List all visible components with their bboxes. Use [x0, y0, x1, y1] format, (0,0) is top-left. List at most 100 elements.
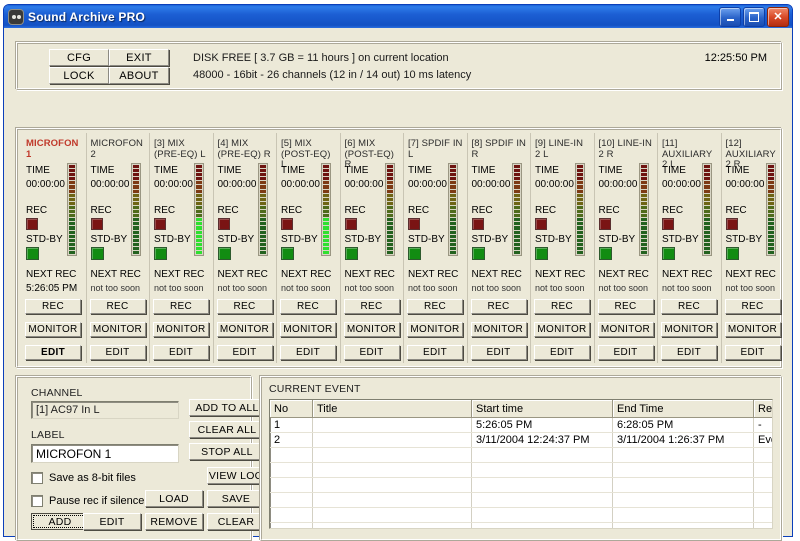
remove-button[interactable]: REMOVE — [145, 513, 203, 530]
add-to-all-button[interactable]: ADD TO ALL — [189, 399, 265, 416]
channel-monitor-button[interactable]: MONITOR — [407, 322, 463, 337]
meter-segment — [513, 177, 520, 181]
channel-edit-button[interactable]: EDIT — [724, 345, 781, 360]
meter-segment — [704, 193, 710, 197]
channel-rec-button[interactable]: REC — [153, 299, 209, 314]
channel-monitor-button[interactable]: MONITOR — [661, 322, 717, 337]
meter-segment — [69, 165, 75, 169]
table-row[interactable] — [270, 507, 772, 523]
channel-rec-button[interactable]: REC — [407, 299, 463, 314]
cell-no — [270, 462, 313, 478]
channel-rec-button[interactable]: REC — [343, 299, 400, 314]
channel-rec-button[interactable]: REC — [216, 299, 273, 314]
channel-edit-button[interactable]: EDIT — [89, 345, 146, 360]
level-meter — [257, 163, 268, 256]
table-row[interactable]: 1 5:26:05 PM 6:28:05 PM - — [270, 417, 772, 433]
channel-edit-button[interactable]: EDIT — [343, 345, 400, 360]
load-button[interactable]: LOAD — [145, 490, 203, 507]
meter-segment — [640, 165, 647, 169]
table-row[interactable] — [270, 462, 772, 478]
edit-button[interactable]: EDIT — [83, 513, 141, 530]
channel-monitor-button[interactable]: MONITOR — [25, 322, 81, 337]
meter-segment — [513, 193, 520, 197]
channel-edit-button[interactable]: EDIT — [470, 345, 527, 360]
rec-led-icon — [90, 218, 103, 230]
meter-segment — [259, 210, 266, 214]
table-row[interactable] — [270, 522, 772, 528]
about-button[interactable]: ABOUT — [109, 67, 169, 84]
cell-no — [270, 522, 313, 528]
channel-edit-button[interactable]: EDIT — [216, 345, 273, 360]
pause-silence-checkbox-row[interactable]: Pause rec if silence — [31, 495, 144, 507]
next-rec-value: not too soon — [598, 283, 649, 293]
next-rec-label: NEXT REC — [471, 269, 522, 280]
channel-monitor-button[interactable]: MONITOR — [280, 322, 336, 337]
channel-rec-button[interactable]: REC — [280, 299, 336, 314]
rec-label: REC — [217, 205, 239, 216]
channel-monitor-button[interactable]: MONITOR — [470, 322, 527, 337]
meter-segment — [386, 169, 393, 173]
meter-segment — [577, 177, 583, 181]
exit-button[interactable]: EXIT — [109, 49, 169, 66]
meter-segment — [132, 222, 139, 226]
table-row[interactable] — [270, 492, 772, 508]
save-8bit-checkbox[interactable] — [31, 472, 43, 484]
lock-button[interactable]: LOCK — [49, 67, 109, 84]
meter-segment — [450, 185, 456, 189]
meter-segment — [259, 173, 266, 177]
table-row[interactable]: 2 3/11/2004 12:24:37 PM 3/11/2004 1:26:37 … — [270, 432, 772, 448]
channel-rec-button[interactable]: REC — [534, 299, 590, 314]
channel-rec-button[interactable]: REC — [470, 299, 527, 314]
meter-segment — [513, 246, 520, 250]
meter-segment — [386, 201, 393, 205]
clear-all-button[interactable]: CLEAR ALL — [189, 421, 265, 438]
channel-rec-button[interactable]: REC — [661, 299, 717, 314]
channel-rec-button[interactable]: REC — [25, 299, 81, 314]
channel-edit-button[interactable]: EDIT — [661, 345, 717, 360]
channel-monitor-button[interactable]: MONITOR — [534, 322, 590, 337]
channel-rec-button[interactable]: REC — [724, 299, 781, 314]
channel-edit-button[interactable]: EDIT — [534, 345, 590, 360]
channel-edit-button[interactable]: EDIT — [280, 345, 336, 360]
meter-segment — [577, 218, 583, 222]
meter-segment — [69, 197, 75, 201]
meter-segment — [259, 201, 266, 205]
add-button[interactable]: ADD — [31, 513, 89, 530]
meter-segment — [513, 234, 520, 238]
channel-monitor-button[interactable]: MONITOR — [89, 322, 146, 337]
event-table-container[interactable]: No Title Start time End Time Repeat 1 5:2… — [269, 399, 773, 529]
rec-led-icon — [725, 218, 738, 230]
maximize-button[interactable] — [743, 7, 765, 27]
channel-edit-button[interactable]: EDIT — [25, 345, 81, 360]
save-button[interactable]: SAVE — [207, 490, 265, 507]
channel-edit-button[interactable]: EDIT — [597, 345, 654, 360]
save-8bit-checkbox-row[interactable]: Save as 8-bit files — [31, 472, 136, 484]
channel-monitor-button[interactable]: MONITOR — [724, 322, 781, 337]
column-header-repeat[interactable]: Repeat — [753, 400, 772, 418]
channel-monitor-button[interactable]: MONITOR — [153, 322, 209, 337]
channel-edit-button[interactable]: EDIT — [153, 345, 209, 360]
column-header-no[interactable]: No — [270, 400, 313, 418]
channel-rec-button[interactable]: REC — [597, 299, 654, 314]
pause-silence-checkbox[interactable] — [31, 495, 43, 507]
column-header-end[interactable]: End Time — [612, 400, 754, 418]
minimize-button[interactable] — [719, 7, 741, 27]
column-header-title[interactable]: Title — [312, 400, 472, 418]
channel-edit-button[interactable]: EDIT — [407, 345, 463, 360]
column-header-start[interactable]: Start time — [471, 400, 613, 418]
close-button[interactable]: ✕ — [767, 7, 789, 27]
channel-monitor-button[interactable]: MONITOR — [343, 322, 400, 337]
view-log-button[interactable]: VIEW LOG — [207, 467, 265, 484]
table-row[interactable] — [270, 447, 772, 463]
label-input[interactable]: MICROFON 1 — [31, 444, 179, 463]
channel-rec-button[interactable]: REC — [89, 299, 146, 314]
cfg-button[interactable]: CFG — [49, 49, 109, 66]
meter-segment — [69, 185, 75, 189]
clear-button[interactable]: CLEAR — [207, 513, 265, 530]
channel-monitor-button[interactable]: MONITOR — [597, 322, 654, 337]
table-row[interactable] — [270, 477, 772, 493]
stop-all-button[interactable]: STOP ALL — [189, 443, 265, 460]
channel-monitor-button[interactable]: MONITOR — [216, 322, 273, 337]
meter-segment — [386, 222, 393, 226]
channel-input[interactable]: [1] AC97 In L — [31, 401, 179, 419]
